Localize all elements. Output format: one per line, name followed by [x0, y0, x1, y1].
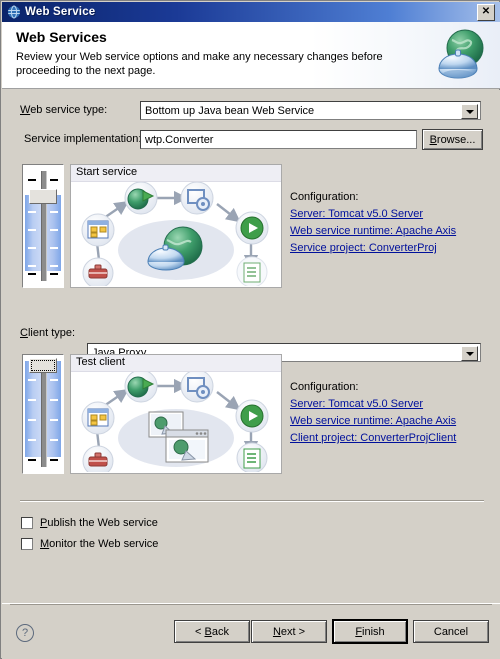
browse-label: Browse...: [429, 133, 476, 146]
service-type-label: Web service type:: [20, 104, 108, 116]
slider-thumb[interactable]: [29, 189, 57, 204]
options-separator: [20, 500, 484, 502]
client-config-link-runtime[interactable]: Web service runtime: Apache Axis: [290, 415, 456, 427]
close-icon[interactable]: ✕: [477, 3, 495, 21]
monitor-checkbox[interactable]: [21, 538, 33, 550]
title-bar: Web Service ✕: [2, 2, 500, 22]
next-label: Next >: [272, 625, 306, 638]
globe-service-icon: [432, 26, 490, 84]
publish-checkbox-row[interactable]: Publish the Web service: [21, 517, 158, 529]
publish-checkbox[interactable]: [21, 517, 33, 529]
service-type-value: Bottom up Java bean Web Service: [145, 104, 315, 117]
service-group: Start service: [22, 164, 282, 288]
service-generation-slider[interactable]: [22, 164, 64, 288]
client-group: Test client: [22, 354, 282, 474]
service-config-link-project[interactable]: Service project: ConverterProj: [290, 242, 456, 254]
monitor-checkbox-row[interactable]: Monitor the Web service: [21, 538, 158, 550]
cancel-button[interactable]: Cancel: [413, 620, 489, 643]
service-type-combo[interactable]: Bottom up Java bean Web Service: [140, 101, 481, 120]
client-config-link-server[interactable]: Server: Tomcat v5.0 Server: [290, 398, 456, 410]
wizard-header: Web Services Review your Web service opt…: [2, 22, 500, 89]
service-config-link-server[interactable]: Server: Tomcat v5.0 Server: [290, 208, 456, 220]
client-config-title: Configuration:: [290, 381, 359, 393]
service-impl-label: Service implementation:: [24, 133, 142, 145]
publish-label: Publish the Web service: [40, 517, 158, 529]
wizard-footer: ? < Back Next > Finish Cancel: [2, 603, 500, 659]
service-diagram-panel: Start service: [70, 164, 282, 288]
service-impl-value: wtp.Converter: [145, 133, 214, 146]
page-description: Review your Web service options and make…: [16, 51, 383, 77]
client-diagram: [71, 372, 281, 473]
client-diagram-title: Test client: [71, 355, 281, 372]
next-button[interactable]: Next >: [251, 620, 327, 643]
client-generation-slider[interactable]: [22, 354, 64, 474]
back-label: < Back: [195, 625, 229, 638]
service-configuration: Configuration: Server: Tomcat v5.0 Serve…: [290, 191, 456, 259]
browse-button[interactable]: Browse...: [422, 129, 483, 150]
service-config-title: Configuration:: [290, 191, 359, 203]
client-type-label: Client type:: [20, 327, 76, 339]
service-impl-input[interactable]: wtp.Converter: [140, 130, 417, 149]
service-type-row: Web service type:: [20, 104, 107, 116]
client-configuration: Configuration: Server: Tomcat v5.0 Serve…: [290, 381, 456, 449]
service-type-label-rest: eb service type:: [30, 104, 108, 116]
wizard-body: Web service type: Bottom up Java bean We…: [2, 90, 500, 603]
service-diagram: [71, 182, 281, 287]
service-impl-row: Service implementation:: [24, 133, 141, 145]
client-config-link-project[interactable]: Client project: ConverterProjClient: [290, 432, 456, 444]
slider-thumb[interactable]: [29, 358, 57, 373]
globe-icon: [7, 5, 21, 19]
finish-button[interactable]: Finish: [332, 619, 408, 644]
monitor-label: Monitor the Web service: [40, 538, 159, 550]
service-config-link-runtime[interactable]: Web service runtime: Apache Axis: [290, 225, 456, 237]
help-icon[interactable]: ?: [16, 624, 34, 642]
chevron-down-icon[interactable]: [461, 346, 478, 361]
chevron-down-icon[interactable]: [461, 104, 478, 119]
back-button[interactable]: < Back: [174, 620, 250, 643]
web-service-wizard-window: Web Service ✕ Web Services Review your W…: [0, 0, 500, 659]
finish-label: Finish: [355, 625, 385, 638]
service-diagram-title: Start service: [71, 165, 281, 182]
footer-separator: [10, 604, 492, 605]
client-type-row: Client type:: [20, 327, 75, 339]
window-title: Web Service: [25, 6, 96, 18]
page-title: Web Services: [16, 29, 107, 45]
client-diagram-panel: Test client: [70, 354, 282, 474]
